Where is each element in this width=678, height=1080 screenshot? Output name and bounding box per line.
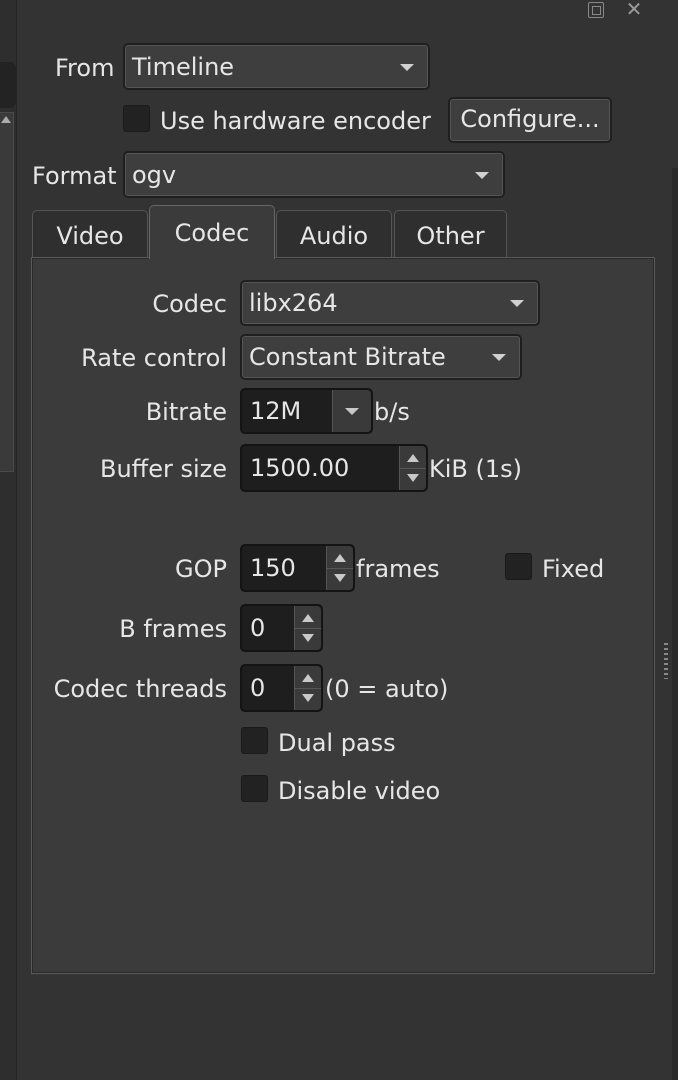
left-scrollbar[interactable] xyxy=(0,112,14,472)
disable-video-label[interactable]: Disable video xyxy=(278,779,440,803)
from-combo[interactable]: Timeline xyxy=(123,43,430,90)
gop-input[interactable]: 150 xyxy=(240,544,355,592)
arrow-down-icon[interactable] xyxy=(302,694,314,702)
bitrate-label: Bitrate xyxy=(145,398,227,426)
chevron-down-icon xyxy=(510,300,524,307)
hw-encoder-checkbox[interactable] xyxy=(123,105,150,132)
bitrate-unit: b/s xyxy=(374,398,410,426)
from-combo-value: Timeline xyxy=(132,52,235,81)
rate-control-value: Constant Bitrate xyxy=(249,343,446,371)
b-frames-input[interactable]: 0 xyxy=(240,604,323,652)
hw-encoder-label[interactable]: Use hardware encoder xyxy=(160,109,431,133)
buffer-size-stepper[interactable] xyxy=(399,446,426,490)
codec-threads-hint: (0 = auto) xyxy=(325,675,449,703)
gop-unit: frames xyxy=(356,555,440,583)
codec-combo-value: libx264 xyxy=(249,289,338,317)
codec-threads-value: 0 xyxy=(250,674,266,702)
chevron-down-icon xyxy=(400,63,414,71)
codec-threads-input[interactable]: 0 xyxy=(240,664,323,712)
codec-label: Codec xyxy=(152,290,227,318)
arrow-down-icon[interactable] xyxy=(407,474,419,482)
arrow-up-icon[interactable] xyxy=(302,614,314,622)
fixed-checkbox[interactable] xyxy=(505,553,532,580)
format-combo[interactable]: ogv xyxy=(123,151,505,198)
arrow-down-icon[interactable] xyxy=(302,634,314,642)
tab-codec[interactable]: Codec xyxy=(149,205,275,259)
chevron-down-icon xyxy=(492,354,506,361)
b-frames-label: B frames xyxy=(119,615,227,643)
chevron-down-icon xyxy=(475,171,489,179)
float-window-icon[interactable] xyxy=(588,2,604,18)
arrow-up-icon[interactable] xyxy=(302,674,314,682)
rate-control-combo[interactable]: Constant Bitrate xyxy=(240,334,522,380)
stepper-divider xyxy=(295,688,321,689)
gop-value: 150 xyxy=(250,554,296,582)
left-dock-tab[interactable] xyxy=(0,62,16,108)
resize-grip-icon[interactable] xyxy=(664,643,668,679)
codec-combo[interactable]: libx264 xyxy=(240,280,540,326)
buffer-size-unit: KiB (1s) xyxy=(429,455,522,483)
tab-other[interactable]: Other xyxy=(394,210,507,259)
buffer-size-value: 1500.00 xyxy=(250,454,350,482)
dual-pass-label[interactable]: Dual pass xyxy=(278,731,396,755)
stepper-divider xyxy=(327,568,353,569)
buffer-size-label: Buffer size xyxy=(99,455,227,483)
fixed-label[interactable]: Fixed xyxy=(542,557,604,581)
codec-threads-stepper[interactable] xyxy=(294,666,321,710)
right-scrollbar[interactable] xyxy=(672,168,678,1080)
tab-video[interactable]: Video xyxy=(32,210,148,259)
bitrate-input[interactable]: 12M xyxy=(240,388,373,434)
from-label: From xyxy=(55,54,115,82)
format-combo-value: ogv xyxy=(132,160,177,189)
arrow-down-icon[interactable] xyxy=(334,574,346,582)
chevron-down-icon xyxy=(345,408,359,415)
disable-video-checkbox[interactable] xyxy=(241,775,268,802)
bitrate-value: 12M xyxy=(250,397,302,425)
bitrate-dropdown-button[interactable] xyxy=(332,390,371,432)
arrow-up-icon[interactable] xyxy=(407,454,419,462)
configure-button[interactable]: Configure... xyxy=(448,97,612,143)
arrow-up-icon[interactable] xyxy=(334,554,346,562)
b-frames-value: 0 xyxy=(250,614,266,642)
b-frames-stepper[interactable] xyxy=(294,606,321,650)
format-label: Format xyxy=(32,162,117,190)
dual-pass-checkbox[interactable] xyxy=(241,727,268,754)
scroll-up-arrow-icon[interactable] xyxy=(1,116,11,123)
rate-control-label: Rate control xyxy=(81,344,227,372)
gop-stepper[interactable] xyxy=(326,546,353,590)
codec-threads-label: Codec threads xyxy=(53,675,227,703)
tab-audio[interactable]: Audio xyxy=(276,210,392,259)
buffer-size-input[interactable]: 1500.00 xyxy=(240,444,428,492)
close-window-icon[interactable]: ✕ xyxy=(625,0,643,19)
gop-label: GOP xyxy=(175,555,227,583)
stepper-divider xyxy=(400,468,426,469)
stepper-divider xyxy=(295,628,321,629)
